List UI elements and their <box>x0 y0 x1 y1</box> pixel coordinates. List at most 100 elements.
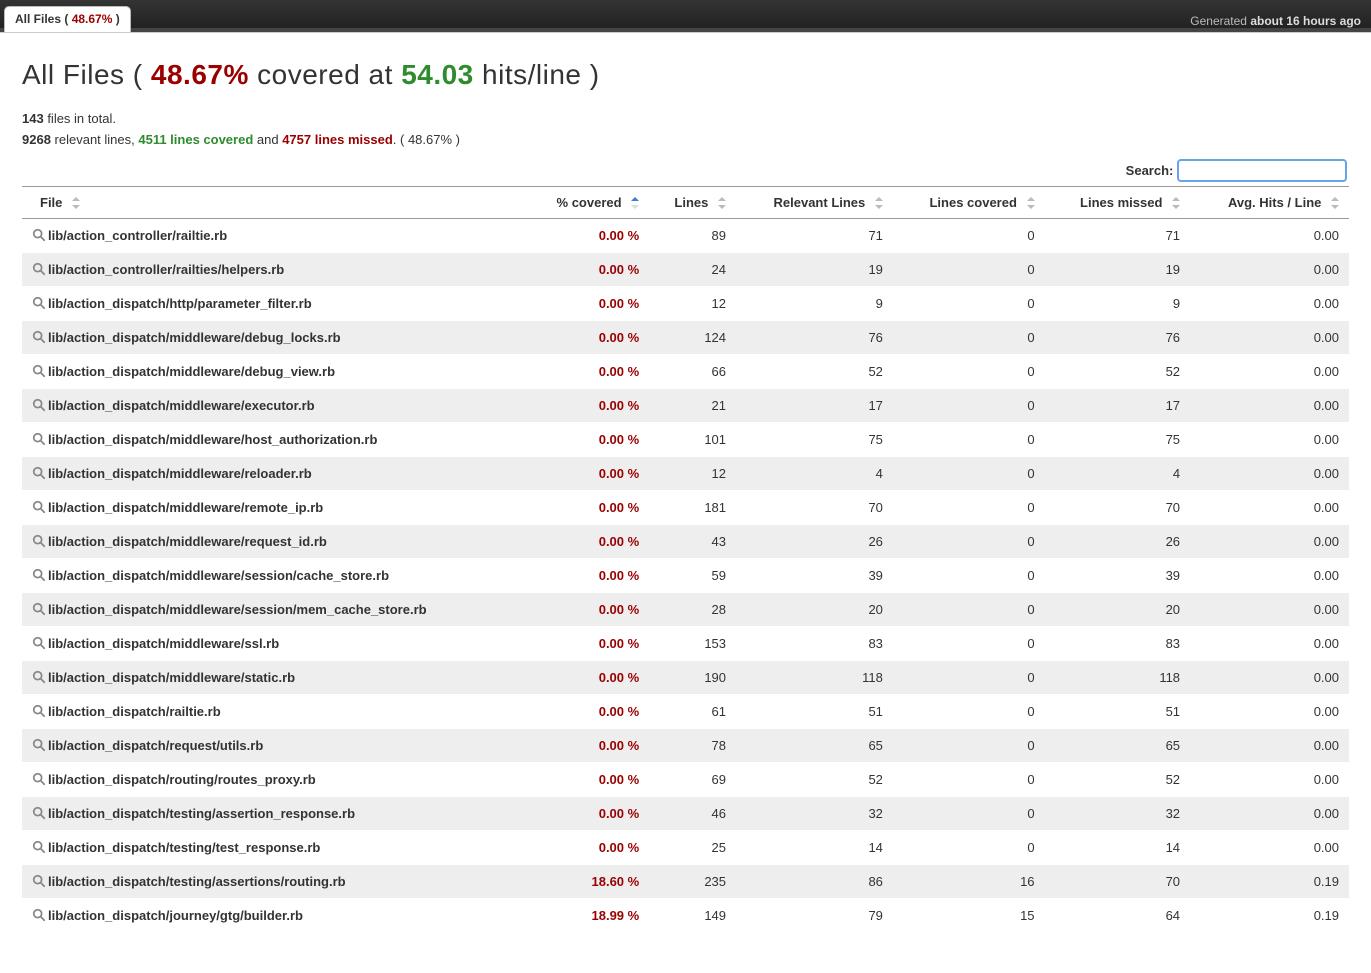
col-avg-hits[interactable]: Avg. Hits / Line <box>1190 186 1349 218</box>
table-row[interactable]: lib/action_dispatch/middleware/request_i… <box>22 524 1349 558</box>
table-row[interactable]: lib/action_dispatch/routing/routes_proxy… <box>22 762 1349 796</box>
col-file[interactable]: File <box>22 186 525 218</box>
cell-file[interactable]: lib/action_dispatch/middleware/session/c… <box>22 558 525 592</box>
cell-lines: 66 <box>649 354 736 388</box>
table-row[interactable]: lib/action_dispatch/request/utils.rb0.00… <box>22 728 1349 762</box>
cell-avg-hits: 0.19 <box>1190 864 1349 898</box>
summary-relevant-label: relevant lines, <box>51 132 138 147</box>
col-pct-covered[interactable]: % covered <box>525 186 649 218</box>
table-row[interactable]: lib/action_dispatch/middleware/reloader.… <box>22 456 1349 490</box>
col-lines[interactable]: Lines <box>649 186 736 218</box>
cell-lines-missed: 71 <box>1045 218 1191 252</box>
col-lines-missed[interactable]: Lines missed <box>1045 186 1191 218</box>
magnifier-icon <box>32 874 46 888</box>
table-row[interactable]: lib/action_dispatch/journey/gtg/builder.… <box>22 898 1349 932</box>
cell-file[interactable]: lib/action_dispatch/middleware/remote_ip… <box>22 490 525 524</box>
table-row[interactable]: lib/action_controller/railties/helpers.r… <box>22 252 1349 286</box>
cell-avg-hits: 0.00 <box>1190 762 1349 796</box>
table-row[interactable]: lib/action_dispatch/testing/test_respons… <box>22 830 1349 864</box>
magnifier-icon <box>32 296 46 310</box>
cell-pct-covered: 0.00 % <box>525 592 649 626</box>
cell-avg-hits: 0.00 <box>1190 830 1349 864</box>
cell-relevant-lines: 52 <box>736 354 893 388</box>
col-relevant-lines[interactable]: Relevant Lines <box>736 186 893 218</box>
cell-lines: 28 <box>649 592 736 626</box>
table-row[interactable]: lib/action_dispatch/middleware/debug_vie… <box>22 354 1349 388</box>
cell-file[interactable]: lib/action_dispatch/middleware/session/m… <box>22 592 525 626</box>
cell-file[interactable]: lib/action_dispatch/middleware/host_auth… <box>22 422 525 456</box>
cell-lines-missed: 26 <box>1045 524 1191 558</box>
cell-lines: 78 <box>649 728 736 762</box>
file-path: lib/action_dispatch/middleware/session/c… <box>48 568 389 583</box>
search-input[interactable] <box>1177 159 1347 182</box>
file-path: lib/action_dispatch/http/parameter_filte… <box>48 296 312 311</box>
page-body: All Files ( 48.67% covered at 54.03 hits… <box>0 32 1371 973</box>
cell-avg-hits: 0.00 <box>1190 490 1349 524</box>
cell-file[interactable]: lib/action_dispatch/testing/test_respons… <box>22 830 525 864</box>
cell-relevant-lines: 17 <box>736 388 893 422</box>
file-path: lib/action_dispatch/middleware/request_i… <box>48 534 327 549</box>
cell-pct-covered: 18.99 % <box>525 898 649 932</box>
table-row[interactable]: lib/action_dispatch/testing/assertion_re… <box>22 796 1349 830</box>
cell-lines-covered: 0 <box>893 490 1045 524</box>
col-lines-covered[interactable]: Lines covered <box>893 186 1045 218</box>
cell-file[interactable]: lib/action_dispatch/middleware/debug_loc… <box>22 320 525 354</box>
cell-lines: 24 <box>649 252 736 286</box>
summary-missed: 4757 lines missed <box>282 132 393 147</box>
generated-timestamp: Generated about 16 hours ago <box>1190 8 1363 28</box>
cell-file[interactable]: lib/action_controller/railtie.rb <box>22 218 525 252</box>
cell-lines-missed: 83 <box>1045 626 1191 660</box>
magnifier-icon <box>32 840 46 854</box>
table-row[interactable]: lib/action_dispatch/railtie.rb0.00 %6151… <box>22 694 1349 728</box>
sort-asc-icon <box>629 197 639 209</box>
cell-file[interactable]: lib/action_dispatch/routing/routes_proxy… <box>22 762 525 796</box>
cell-lines: 25 <box>649 830 736 864</box>
table-row[interactable]: lib/action_dispatch/middleware/session/c… <box>22 558 1349 592</box>
cell-file[interactable]: lib/action_dispatch/railtie.rb <box>22 694 525 728</box>
tab-all-files[interactable]: All Files ( 48.67% ) <box>4 6 131 32</box>
table-header-row: File % covered Lines Relevant Lines Line… <box>22 186 1349 218</box>
cell-file[interactable]: lib/action_dispatch/middleware/debug_vie… <box>22 354 525 388</box>
cell-file[interactable]: lib/action_dispatch/journey/gtg/builder.… <box>22 898 525 932</box>
table-row[interactable]: lib/action_dispatch/middleware/static.rb… <box>22 660 1349 694</box>
cell-lines-covered: 0 <box>893 524 1045 558</box>
table-row[interactable]: lib/action_dispatch/testing/assertions/r… <box>22 864 1349 898</box>
cell-relevant-lines: 4 <box>736 456 893 490</box>
cell-lines: 153 <box>649 626 736 660</box>
cell-lines-missed: 14 <box>1045 830 1191 864</box>
magnifier-icon <box>32 364 46 378</box>
cell-pct-covered: 0.00 % <box>525 456 649 490</box>
table-row[interactable]: lib/action_dispatch/middleware/debug_loc… <box>22 320 1349 354</box>
table-row[interactable]: lib/action_dispatch/middleware/ssl.rb0.0… <box>22 626 1349 660</box>
table-row[interactable]: lib/action_dispatch/middleware/executor.… <box>22 388 1349 422</box>
cell-file[interactable]: lib/action_dispatch/middleware/executor.… <box>22 388 525 422</box>
cell-lines-covered: 0 <box>893 252 1045 286</box>
sort-icon <box>716 197 726 209</box>
cell-file[interactable]: lib/action_dispatch/middleware/ssl.rb <box>22 626 525 660</box>
file-path: lib/action_dispatch/railtie.rb <box>48 704 221 719</box>
file-path: lib/action_dispatch/middleware/executor.… <box>48 398 315 413</box>
file-path: lib/action_dispatch/middleware/ssl.rb <box>48 636 279 651</box>
summary-block: 143 files in total. 9268 relevant lines,… <box>22 109 1349 151</box>
cell-relevant-lines: 9 <box>736 286 893 320</box>
sort-icon <box>70 197 80 209</box>
cell-lines: 43 <box>649 524 736 558</box>
cell-lines-missed: 39 <box>1045 558 1191 592</box>
cell-file[interactable]: lib/action_dispatch/request/utils.rb <box>22 728 525 762</box>
cell-avg-hits: 0.00 <box>1190 558 1349 592</box>
cell-file[interactable]: lib/action_dispatch/http/parameter_filte… <box>22 286 525 320</box>
cell-file[interactable]: lib/action_dispatch/testing/assertions/r… <box>22 864 525 898</box>
table-row[interactable]: lib/action_dispatch/middleware/session/m… <box>22 592 1349 626</box>
cell-file[interactable]: lib/action_controller/railties/helpers.r… <box>22 252 525 286</box>
sort-icon <box>873 197 883 209</box>
title-pct: 48.67% <box>151 59 249 90</box>
tab-label-prefix: All Files ( <box>15 12 72 26</box>
table-row[interactable]: lib/action_dispatch/http/parameter_filte… <box>22 286 1349 320</box>
table-row[interactable]: lib/action_controller/railtie.rb0.00 %89… <box>22 218 1349 252</box>
table-row[interactable]: lib/action_dispatch/middleware/remote_ip… <box>22 490 1349 524</box>
cell-file[interactable]: lib/action_dispatch/middleware/request_i… <box>22 524 525 558</box>
cell-file[interactable]: lib/action_dispatch/testing/assertion_re… <box>22 796 525 830</box>
cell-file[interactable]: lib/action_dispatch/middleware/reloader.… <box>22 456 525 490</box>
table-row[interactable]: lib/action_dispatch/middleware/host_auth… <box>22 422 1349 456</box>
cell-file[interactable]: lib/action_dispatch/middleware/static.rb <box>22 660 525 694</box>
